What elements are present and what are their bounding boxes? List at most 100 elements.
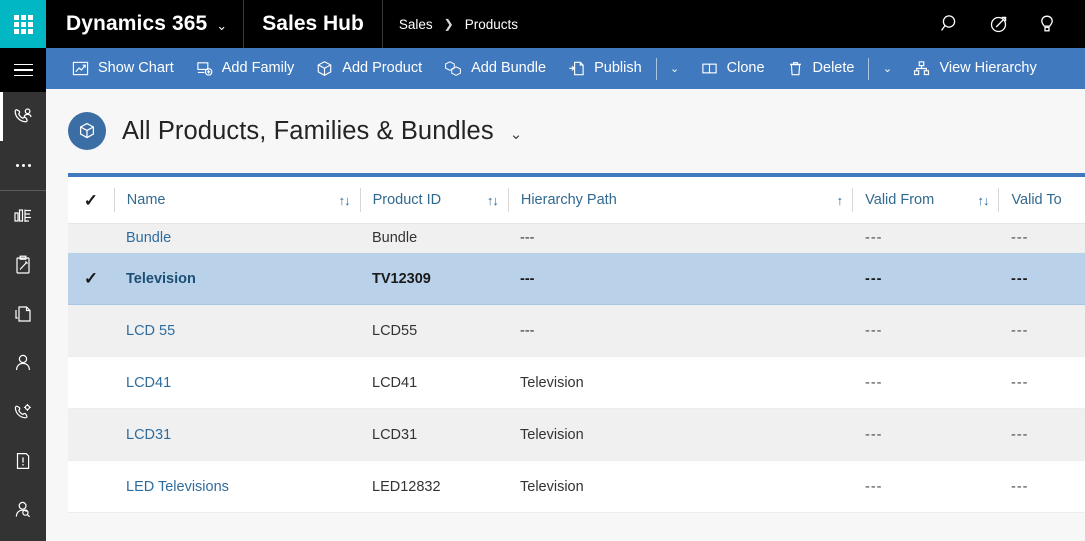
cell-hierarchy-path: Television (508, 409, 853, 460)
add-family-label: Add Family (221, 60, 295, 77)
column-header-valid-to-label: Valid To (1011, 192, 1062, 208)
cell-hierarchy-path-text: Television (520, 374, 584, 391)
sidebar-item-contacts[interactable] (0, 338, 46, 387)
cell-name[interactable]: LCD31 (114, 409, 360, 460)
sidebar-item-activities-list[interactable] (0, 240, 46, 289)
sort-icon-hierarchy-path[interactable]: ↑ (837, 193, 853, 208)
delete-button[interactable]: Delete (776, 48, 866, 89)
site-map-button[interactable] (0, 48, 46, 92)
sort-icon-product-id[interactable]: ↑↓ (487, 193, 508, 208)
add-product-button[interactable]: Add Product (305, 48, 433, 89)
command-divider-2 (868, 57, 870, 80)
search-icon[interactable] (927, 0, 975, 48)
table-row[interactable]: LCD41 LCD41 Television --- --- (68, 357, 1085, 409)
cell-name[interactable]: Bundle (114, 224, 360, 252)
breadcrumb-parent[interactable]: Sales (399, 17, 433, 32)
sidebar-item-dashboards[interactable] (0, 191, 46, 240)
alert-document-icon (12, 450, 34, 472)
chevron-down-icon[interactable]: ⌄ (216, 18, 227, 34)
column-header-name[interactable]: Name ↑↓ (115, 177, 360, 224)
lightbulb-icon[interactable] (1023, 0, 1071, 48)
sidebar-item-leads[interactable] (0, 387, 46, 436)
breadcrumb: Sales ❯ Products (383, 0, 534, 48)
clone-button[interactable]: Clone (690, 48, 776, 89)
column-header-valid-to[interactable]: Valid To (999, 177, 1085, 224)
assistant-icon[interactable] (975, 0, 1023, 48)
clipboard-icon (12, 254, 34, 276)
sort-icon-valid-from[interactable]: ↑↓ (977, 193, 998, 208)
column-header-valid-from[interactable]: Valid From ↑↓ (853, 177, 998, 224)
main-content: All Products, Families & Bundles ⌄ ✓ Nam… (46, 89, 1085, 541)
hamburger-icon (13, 63, 33, 77)
clone-icon (701, 60, 718, 77)
app-title[interactable]: Sales Hub (244, 0, 383, 48)
cell-name[interactable]: LED Televisions (114, 461, 360, 512)
grid-body: Bundle Bundle --- --- --- ✓ Television TV12309 -… (68, 224, 1085, 513)
table-row[interactable]: LCD 55 LCD55 --- --- --- (68, 305, 1085, 357)
publish-button[interactable]: Publish (557, 48, 653, 89)
show-chart-label: Show Chart (98, 60, 174, 77)
cell-valid-from-text: --- (865, 230, 883, 246)
cell-valid-to: --- (999, 253, 1085, 304)
grid-header-row: ✓ Name ↑↓ Product ID ↑↓ Hierarchy Path ↑ (68, 177, 1085, 224)
row-select-checkbox[interactable]: ✓ (68, 253, 114, 304)
row-select-checkbox[interactable] (68, 305, 114, 356)
sidebar-item-competitors[interactable] (0, 485, 46, 534)
row-select-checkbox[interactable] (68, 357, 114, 408)
waffle-icon (13, 14, 33, 34)
sidebar-item-accounts[interactable] (0, 289, 46, 338)
sort-icon-name[interactable]: ↑↓ (339, 193, 360, 208)
row-select-checkbox[interactable] (68, 461, 114, 512)
checkmark-icon: ✓ (83, 268, 99, 288)
dynamics-365-products-page: Dynamics 365 ⌄ Sales Hub Sales ❯ Product… (0, 0, 1085, 541)
app-launcher-button[interactable] (0, 0, 46, 48)
row-select-checkbox[interactable] (68, 409, 114, 460)
person-icon (12, 352, 34, 374)
select-all-checkbox[interactable]: ✓ (68, 177, 114, 224)
cell-product-id: LCD55 (360, 305, 508, 356)
cell-product-id-text: LCD31 (372, 426, 418, 443)
column-header-hierarchy-path-label: Hierarchy Path (520, 192, 617, 208)
row-select-checkbox[interactable] (68, 224, 114, 252)
cell-valid-from: --- (853, 357, 999, 408)
cell-hierarchy-path: --- (508, 305, 853, 356)
hierarchy-icon (913, 60, 930, 77)
page-title[interactable]: All Products, Families & Bundles (122, 117, 494, 146)
sidebar-item-products[interactable] (0, 534, 46, 541)
add-bundle-icon (444, 60, 462, 77)
column-header-hierarchy-path[interactable]: Hierarchy Path ↑ (509, 177, 852, 224)
table-row[interactable]: Bundle Bundle --- --- --- (68, 224, 1085, 253)
delete-overflow-caret[interactable]: ⌄ (872, 48, 902, 89)
column-header-name-label: Name (126, 192, 166, 208)
view-selector-chevron-icon[interactable]: ⌄ (510, 125, 523, 143)
add-bundle-button[interactable]: Add Bundle (433, 48, 557, 89)
cell-valid-to: --- (999, 224, 1085, 252)
command-bar: Show Chart Add Family Add Product Add Bu… (46, 48, 1085, 89)
table-row[interactable]: LCD31 LCD31 Television --- --- (68, 409, 1085, 461)
breadcrumb-current[interactable]: Products (465, 17, 518, 32)
table-row[interactable]: ✓ Television TV12309 --- --- --- (68, 253, 1085, 305)
cell-valid-to: --- (999, 305, 1085, 356)
show-chart-button[interactable]: Show Chart (61, 48, 185, 89)
table-row[interactable]: LED Televisions LED12832 Television --- --- (68, 461, 1085, 513)
sidebar-item-activities[interactable] (0, 92, 46, 141)
cell-name[interactable]: Television (114, 253, 360, 304)
cell-hierarchy-path-text: Television (520, 478, 584, 495)
publish-overflow-caret[interactable]: ⌄ (660, 48, 690, 89)
phone-settings-icon (12, 401, 34, 423)
sidebar-item-more[interactable] (0, 141, 46, 190)
cell-name[interactable]: LCD41 (114, 357, 360, 408)
view-hierarchy-button[interactable]: View Hierarchy (902, 48, 1047, 89)
delete-icon (787, 60, 804, 77)
cell-valid-to: --- (999, 461, 1085, 512)
cell-name-text: LCD31 (126, 426, 172, 443)
brand-dynamics365[interactable]: Dynamics 365 ⌄ (46, 0, 245, 48)
cell-valid-to-text: --- (1011, 270, 1029, 287)
cell-name[interactable]: LCD 55 (114, 305, 360, 356)
add-family-button[interactable]: Add Family (185, 48, 306, 89)
publish-label: Publish (594, 60, 642, 77)
sidebar-item-opportunities[interactable] (0, 436, 46, 485)
column-header-product-id[interactable]: Product ID ↑↓ (361, 177, 508, 224)
add-family-icon (196, 60, 213, 77)
column-header-product-id-label: Product ID (372, 192, 442, 208)
